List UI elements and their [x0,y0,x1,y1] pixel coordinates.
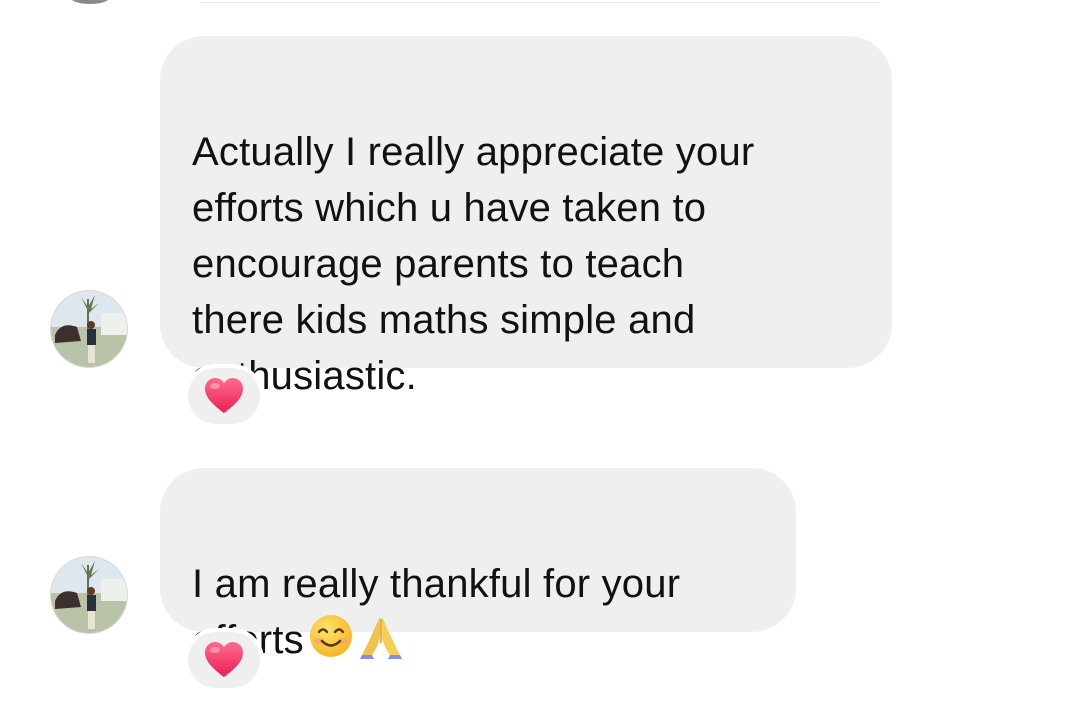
reaction-badge-1[interactable] [184,364,264,428]
avatar-photo [51,557,127,633]
message-text-1: Actually I really appreciate your effort… [192,130,755,398]
sender-avatar[interactable] [50,290,128,368]
heart-icon [205,378,243,413]
message-text-2: I am really thankful for your efforts [192,562,681,662]
avatar-photo [51,291,127,367]
heart-icon [205,642,243,677]
folded-hands-emoji-icon [358,613,404,674]
previous-message-edge [200,0,880,3]
previous-avatar-edge [70,0,110,4]
smiling-face-emoji-icon [308,613,354,674]
sender-avatar[interactable] [50,556,128,634]
message-bubble-1[interactable]: Actually I really appreciate your effort… [160,36,892,398]
reaction-badge-2[interactable] [184,628,264,692]
message-bubble-2[interactable]: I am really thankful for your efforts [160,468,796,662]
